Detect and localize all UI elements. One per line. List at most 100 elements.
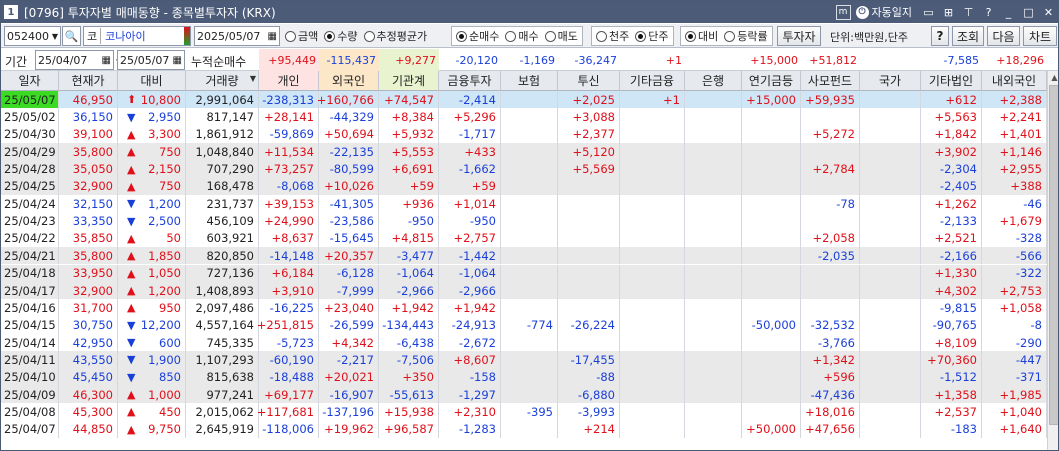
radio-quantity[interactable]: 수량 [324, 28, 358, 44]
header-bank[interactable]: 은행 [685, 71, 742, 91]
radio-thousand-shares[interactable]: 천주 [596, 28, 629, 44]
table-row[interactable]: 25/04/16 31,700 950 ▲ 2,097,486 -16,225 +23,04… [1, 299, 1047, 317]
table-row[interactable]: 25/05/07 46,950 10,800 ⬆ 2,991,064 -238,313 +1… [1, 91, 1047, 109]
table-row[interactable]: 25/04/21 35,800 1,850 ▲ 820,850 -14,148 +20,35… [1, 247, 1047, 265]
calendar-icon[interactable]: ▦ [102, 55, 113, 66]
memo-icon[interactable]: m [835, 4, 851, 20]
cell-price: 35,050 [59, 160, 118, 178]
cell-other-corp: +1,842 [921, 125, 982, 144]
cell-foreign: -26,599 [319, 316, 379, 334]
table-row[interactable]: 25/04/23 33,350 2,500 ▼ 456,109 +24,990 -23,58… [1, 212, 1047, 230]
close-icon[interactable]: ✕ [1041, 5, 1056, 20]
table-row[interactable]: 25/04/11 43,550 1,900 ▼ 1,107,293 -60,190 -2,2… [1, 351, 1047, 369]
header-insurance[interactable]: 보험 [501, 71, 558, 91]
table-row[interactable]: 25/04/25 32,900 750 ▲ 168,478 -8,068 +10,026 +5… [1, 177, 1047, 196]
stock-name-field[interactable]: 코 코나아이 [83, 26, 191, 46]
table-row[interactable]: 25/04/28 35,050 2,150 ▲ 707,290 +73,257 -80,59… [1, 160, 1047, 178]
header-change[interactable]: 대비 [118, 71, 186, 91]
maximize-icon[interactable]: □ [1021, 5, 1036, 20]
table-row[interactable]: 25/04/10 45,450 850 ▼ 815,638 -18,488 +20,021 +… [1, 368, 1047, 386]
query-button[interactable]: 조회 [952, 26, 984, 46]
cell-investment-trust: -26,224 [558, 316, 620, 334]
help-button[interactable]: ? [931, 26, 949, 46]
header-price[interactable]: 현재가 [59, 71, 118, 91]
cell-financial-investment: -2,966 [439, 281, 501, 300]
cell-date: 25/04/24 [1, 195, 59, 213]
help-icon[interactable]: ? [981, 5, 996, 20]
auto-update-toggle[interactable]: ⏻ 자동일지 [855, 4, 912, 20]
cell-financial-investment: -2,672 [439, 333, 501, 352]
header-date[interactable]: 일자 [1, 71, 59, 91]
cell-institution: +74,547 [379, 91, 439, 109]
header-other-finance[interactable]: 기타금융 [620, 71, 685, 91]
cell-pension [742, 195, 801, 213]
header-volume[interactable]: 거래량 ▼ [186, 71, 259, 91]
header-domestic-foreign[interactable]: 내외국인 [982, 71, 1047, 91]
table-row[interactable]: 25/04/08 45,300 450 ▲ 2,015,062 +117,681 -137,… [1, 403, 1047, 421]
scroll-up-icon[interactable]: ▲ [1048, 71, 1058, 84]
cell-other-corp: +3,902 [921, 143, 982, 161]
table-row[interactable]: 25/04/17 32,900 1,200 ▲ 1,408,893 +3,910 -7,99… [1, 281, 1047, 300]
header-institution[interactable]: 기관계 [379, 71, 439, 91]
cell-pension [742, 264, 801, 282]
header-nation[interactable]: 국가 [860, 71, 921, 91]
cell-volume: 231,737 [186, 195, 259, 213]
calendar-icon[interactable]: ▦ [173, 55, 184, 66]
window-number-badge[interactable]: 1 [4, 5, 18, 19]
table-row[interactable]: 25/04/15 30,750 12,200 ▼ 4,557,164 +251,815 -2… [1, 316, 1047, 334]
radio-avg-price[interactable]: 추정평균가 [363, 28, 427, 44]
table-row[interactable]: 25/04/18 33,950 1,050 ▲ 727,136 +6,184 -6,128-… [1, 264, 1047, 282]
layout-icon[interactable]: ⊞ [941, 5, 956, 20]
scroll-thumb[interactable] [1049, 85, 1058, 425]
table-row[interactable]: 25/04/29 35,800 750 ▲ 1,048,840 +11,534 -22,13… [1, 143, 1047, 161]
minimize-icon[interactable]: _ [1001, 5, 1016, 20]
cell-insurance [501, 368, 558, 386]
radio-buy[interactable]: 매수 [505, 28, 539, 44]
value-type-radio-group: 금액 수량 추정평균가 [285, 26, 427, 46]
cell-other-corp: -2,133 [921, 212, 982, 230]
calendar-icon[interactable]: ▦ [268, 31, 279, 42]
stock-code-input[interactable]: 052400 ▼ [4, 26, 61, 46]
header-foreign[interactable]: 외국인 [319, 71, 379, 91]
radio-sell[interactable]: 매도 [544, 28, 578, 44]
radio-amount[interactable]: 금액 [285, 28, 318, 44]
screen-icon[interactable]: ▭ [921, 5, 936, 20]
table-row[interactable]: 25/04/09 46,300 1,000 ▲ 977,241 +69,177 -16,90… [1, 385, 1047, 404]
table-row[interactable]: 25/04/30 39,100 3,300 ▲ 1,861,912 -59,869 +50,… [1, 125, 1047, 144]
search-button[interactable]: 🔍 [62, 26, 81, 46]
header-financial-investment[interactable]: 금융투자 [439, 71, 501, 91]
table-row[interactable]: 25/05/02 36,150 2,950 ▼ 817,147 +28,141 -44,32… [1, 108, 1047, 126]
from-date-input[interactable]: 25/04/07 ▦ [35, 50, 114, 70]
stock-name: 코나아이 [105, 30, 146, 43]
radio-single-shares[interactable]: 단주 [635, 28, 669, 44]
chart-button[interactable]: 차트 [1023, 26, 1057, 46]
header-other-corp[interactable]: 기타법인 [921, 71, 982, 91]
date-input[interactable]: 2025/05/07 ▦ [194, 26, 280, 46]
investor-button[interactable]: 투자자 [777, 26, 821, 46]
pin-icon[interactable]: ⊤ [961, 5, 976, 20]
cell-individual: -18,488 [259, 368, 319, 386]
cell-foreign: +20,021 [319, 368, 379, 386]
radio-diff[interactable]: 대비 [685, 28, 718, 44]
header-private-fund[interactable]: 사모펀드 [801, 71, 860, 91]
radio-net-buy[interactable]: 순매수 [456, 28, 499, 44]
table-row[interactable]: 25/04/22 35,850 50 ▲ 603,921 +8,637 -15,645 +4,… [1, 229, 1047, 248]
table-row[interactable]: 25/04/14 42,950 600 ▼ 745,335 -5,723 +4,342 -6,… [1, 333, 1047, 352]
cell-date: 25/04/17 [1, 281, 59, 300]
cell-change: 1,900 ▼ [118, 351, 186, 369]
sort-dropdown-icon[interactable]: ▼ [250, 74, 256, 83]
cell-financial-investment: +1,942 [439, 299, 501, 317]
radio-rate[interactable]: 등락률 [724, 28, 768, 44]
cell-foreign: +50,694 [319, 125, 379, 144]
vertical-scrollbar[interactable]: ▲ [1047, 71, 1058, 450]
header-individual[interactable]: 개인 [259, 71, 319, 91]
table-row[interactable]: 25/04/24 32,150 1,200 ▼ 231,737 +39,153 -41,30… [1, 195, 1047, 213]
cell-insurance [501, 281, 558, 300]
to-date-input[interactable]: 25/05/07 ▦ [117, 50, 185, 70]
cell-other-corp: +1,330 [921, 264, 982, 282]
header-pension[interactable]: 연기금등 [742, 71, 801, 91]
cell-price: 32,900 [59, 281, 118, 300]
table-row[interactable]: 25/04/07 44,850 9,750 ▲ 2,645,919 -118,006 +19… [1, 420, 1047, 438]
next-button[interactable]: 다음 [987, 26, 1020, 46]
header-investment-trust[interactable]: 투신 [558, 71, 620, 91]
